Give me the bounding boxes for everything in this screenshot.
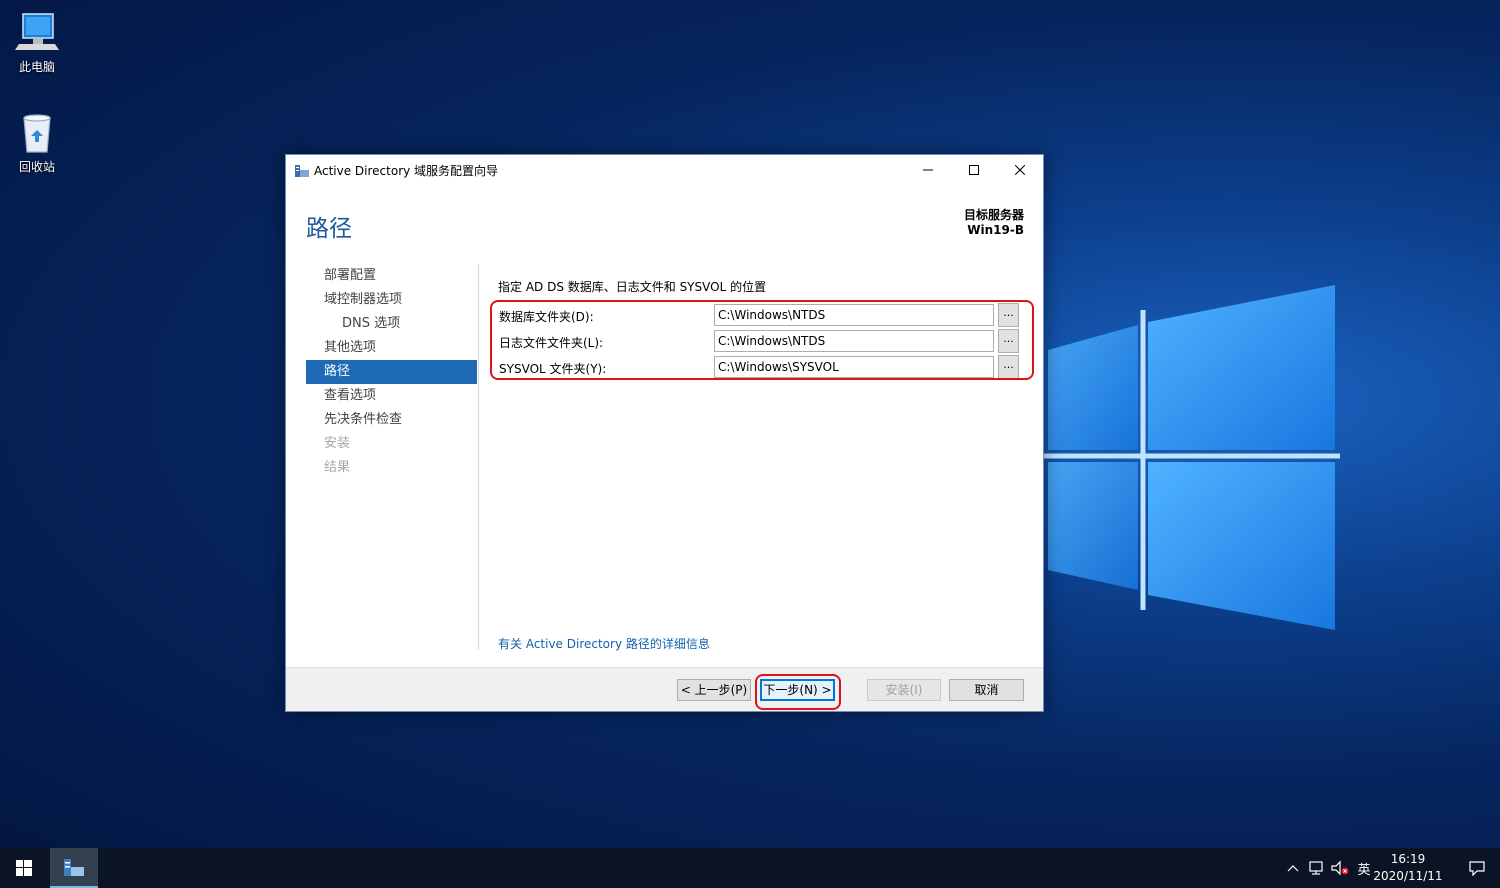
nav-item-paths[interactable]: 路径: [306, 360, 477, 384]
target-server-name: Win19-B: [967, 223, 1024, 237]
paths-description: 指定 AD DS 数据库、日志文件和 SYSVOL 的位置: [498, 280, 767, 294]
nav-item-dc-options[interactable]: 域控制器选项: [306, 288, 477, 312]
nav-divider: [478, 264, 479, 650]
previous-button[interactable]: < 上一步(P): [677, 679, 751, 701]
paths-content: 指定 AD DS 数据库、日志文件和 SYSVOL 的位置 数据库文件夹(D):…: [498, 278, 1033, 379]
notification-icon: [1469, 861, 1485, 876]
nav-item-prerequisites[interactable]: 先决条件检查: [306, 408, 477, 432]
clock-time: 16:19: [1390, 852, 1426, 866]
ad-ds-config-wizard: Active Directory 域服务配置向导 路径 目标服务器 Win19-…: [285, 154, 1044, 712]
target-server: 目标服务器 Win19-B: [964, 208, 1024, 238]
desktop-icon-label: 回收站: [18, 160, 55, 174]
desktop-icon-recycle-bin[interactable]: 回收站: [4, 110, 70, 175]
page-title: 路径: [306, 216, 352, 242]
cancel-button[interactable]: 取消: [949, 679, 1024, 701]
fields-highlight-box: [490, 300, 1034, 380]
install-button: 安装(I): [867, 679, 941, 701]
more-info-link[interactable]: 有关 Active Directory 路径的详细信息: [498, 635, 710, 652]
clock-date: 2020/11/11: [1373, 869, 1443, 883]
network-icon: [1309, 861, 1323, 875]
taskbar-app-server-manager[interactable]: [50, 848, 98, 888]
close-button[interactable]: [997, 155, 1043, 185]
maximize-button[interactable]: [951, 155, 997, 185]
minimize-icon: [923, 169, 933, 171]
nav-item-additional-options[interactable]: 其他选项: [306, 336, 477, 360]
server-manager-icon: [64, 859, 84, 876]
taskbar: 英 16:19 2020/11/11: [0, 848, 1500, 888]
wizard-footer: < 上一步(P) 下一步(N) > 安装(I) 取消: [286, 667, 1043, 711]
desktop-icon-this-pc[interactable]: 此电脑: [4, 10, 70, 75]
minimize-button[interactable]: [905, 155, 951, 185]
tray-network[interactable]: [1305, 848, 1327, 888]
title-bar[interactable]: Active Directory 域服务配置向导: [286, 155, 1043, 185]
computer-icon: [15, 13, 59, 50]
window-title: Active Directory 域服务配置向导: [314, 164, 499, 178]
nav-item-deployment[interactable]: 部署配置: [306, 264, 477, 288]
wizard-nav: 部署配置 域控制器选项 DNS 选项 其他选项 路径 查看选项 先决条件检查 安…: [306, 264, 477, 480]
recycle-bin-icon: [23, 114, 51, 153]
nav-item-install: 安装: [324, 436, 351, 451]
next-button-highlight: [755, 674, 841, 710]
start-button[interactable]: [0, 848, 48, 888]
tray-chevron[interactable]: [1282, 848, 1304, 888]
nav-item-results: 结果: [324, 460, 351, 475]
windows-wallpaper-logo: [1040, 285, 1340, 630]
desktop-icon-label: 此电脑: [18, 60, 55, 74]
nav-item-review-options[interactable]: 查看选项: [306, 384, 477, 408]
volume-muted-icon: [1331, 860, 1349, 876]
nav-item-dns-options[interactable]: DNS 选项: [306, 312, 477, 336]
maximize-icon: [969, 165, 979, 175]
notification-center-button[interactable]: [1454, 848, 1500, 888]
target-server-label: 目标服务器: [963, 208, 1024, 222]
taskbar-clock[interactable]: 16:19 2020/11/11: [1368, 851, 1448, 885]
tray-volume[interactable]: [1328, 848, 1352, 888]
server-manager-icon: [294, 162, 310, 181]
windows-start-icon: [16, 860, 32, 876]
chevron-up-icon: [1287, 865, 1299, 872]
close-icon: [1015, 165, 1025, 175]
